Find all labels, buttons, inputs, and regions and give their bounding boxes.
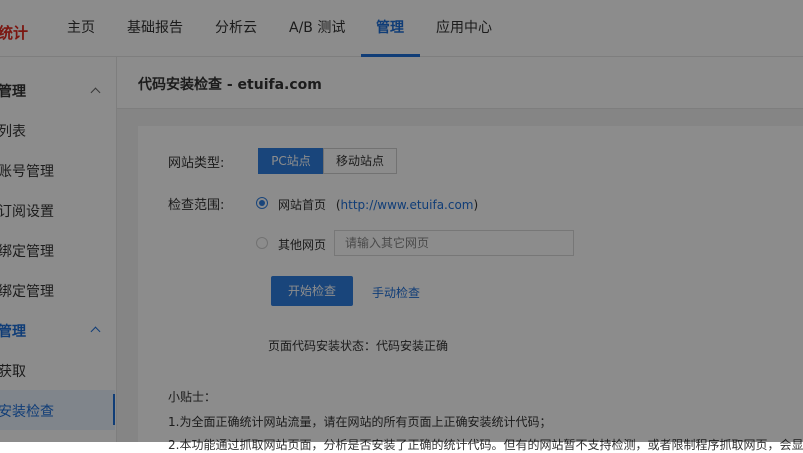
sidebar-item-subscription[interactable]: 订阅设置 <box>0 201 54 221</box>
sidebar-item-binding-1[interactable]: 绑定管理 <box>0 241 54 261</box>
nav-app-center[interactable]: 应用中心 <box>436 0 492 57</box>
top-navbar: 统计 主页 基础报告 分析云 A/B 测试 管理 应用中心 <box>0 0 803 57</box>
mobile-site-button[interactable]: 移动站点 <box>323 148 397 174</box>
tips-title: 小贴士： <box>168 390 217 404</box>
scope-label: 检查范围: <box>168 198 225 213</box>
page-title: 代码安装检查 - etuifa.com <box>138 77 322 93</box>
other-page-label: 其他网页 <box>278 238 327 252</box>
site-type-label: 网站类型: <box>168 156 225 171</box>
sidebar-group-code-manage[interactable]: 管理 <box>0 321 26 341</box>
brand-logo[interactable]: 统计 <box>0 22 28 43</box>
sidebar-item-account[interactable]: 账号管理 <box>0 161 54 181</box>
tips-line-1: 1.为全面正确统计网站流量，请在网站的所有页面上正确安装统计代码； <box>168 415 552 429</box>
nav-basic-reports[interactable]: 基础报告 <box>127 0 183 57</box>
nav-analysis-cloud[interactable]: 分析云 <box>215 0 257 57</box>
chevron-up-icon[interactable] <box>90 87 101 98</box>
radio-other-page[interactable] <box>256 237 268 249</box>
sidebar: 管理 列表 账号管理 订阅设置 绑定管理 绑定管理 管理 获取 安装检查 <box>0 57 117 442</box>
sidebar-active-bar <box>113 394 115 425</box>
nav-management[interactable]: 管理 <box>376 0 404 57</box>
other-page-input[interactable] <box>334 230 574 256</box>
chevron-up-icon[interactable] <box>90 326 101 337</box>
home-page-label: 网站首页 (http://www.etuifa.com) <box>278 198 479 212</box>
content-card <box>138 126 803 442</box>
page-header: 代码安装检查 - etuifa.com <box>117 57 803 109</box>
sidebar-item-install-check[interactable]: 安装检查 <box>0 401 54 421</box>
nav-ab-test[interactable]: A/B 测试 <box>289 0 345 57</box>
install-status-text: 页面代码安装状态：代码安装正确 <box>268 339 449 353</box>
nav-home[interactable]: 主页 <box>67 0 95 57</box>
sidebar-item-binding-2[interactable]: 绑定管理 <box>0 281 54 301</box>
home-url-link[interactable]: http://www.etuifa.com <box>341 198 474 212</box>
sidebar-item-get-code[interactable]: 获取 <box>0 361 26 381</box>
sidebar-group-manage[interactable]: 管理 <box>0 81 26 101</box>
start-check-button[interactable]: 开始检查 <box>271 276 353 306</box>
tips-line-2: 2.本功能通过抓取网站页面，分析是否安装了正确的统计代码。但有的网站暂不支持检测… <box>168 438 803 452</box>
pc-site-button[interactable]: PC站点 <box>258 148 324 174</box>
radio-home-page[interactable] <box>256 197 268 209</box>
sidebar-item-list[interactable]: 列表 <box>0 121 26 141</box>
manual-check-link[interactable]: 手动检查 <box>372 284 420 301</box>
